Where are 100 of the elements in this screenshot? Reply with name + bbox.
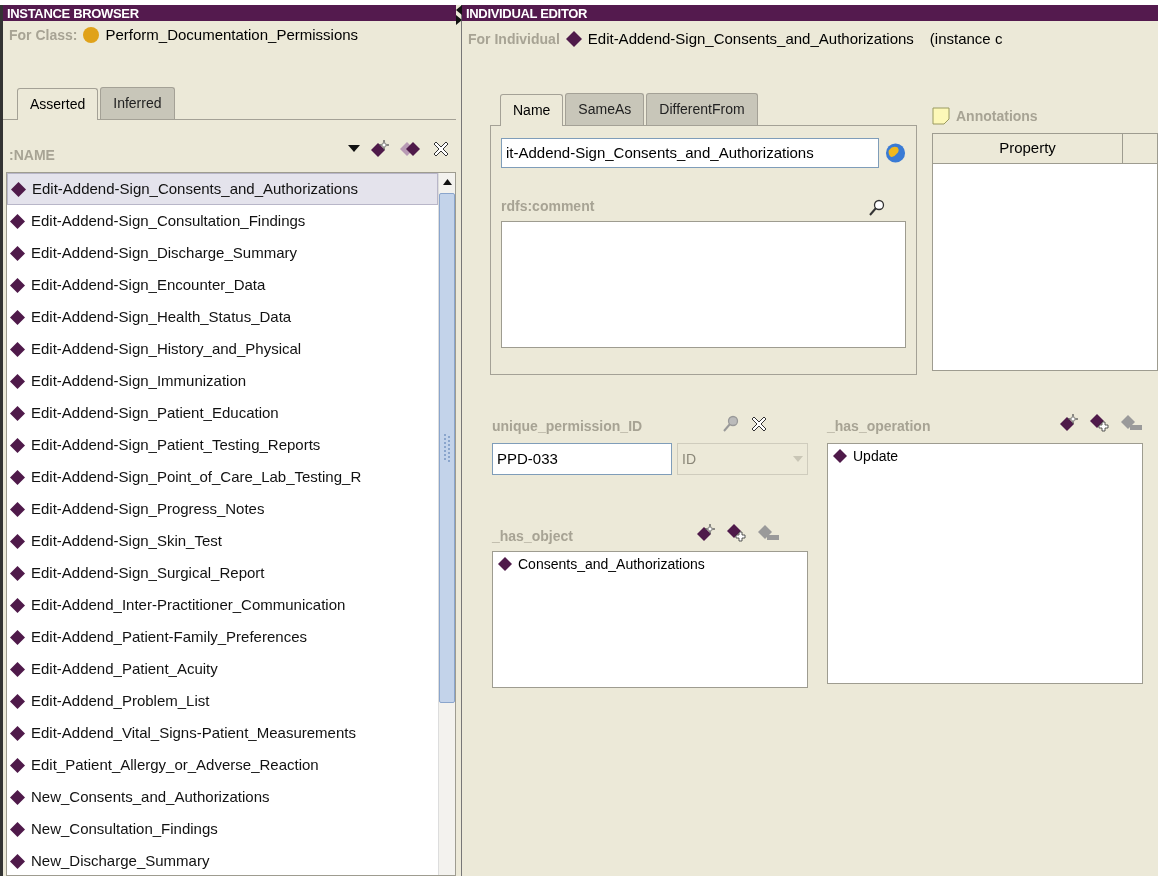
instance-name: Edit-Addend_Patient_Acuity [31, 658, 218, 679]
diamond-icon [10, 309, 25, 325]
diamond-icon [10, 533, 25, 549]
instance-row[interactable]: Edit-Addend-Sign_Encounter_Data [7, 269, 438, 301]
diamond-icon [10, 341, 25, 357]
instance-name: Edit-Addend-Sign_Consultation_Findings [31, 210, 306, 231]
class-circle-icon [83, 27, 100, 43]
comment-field[interactable] [501, 221, 906, 348]
instance-row[interactable]: Edit-Addend-Sign_Health_Status_Data [7, 301, 438, 333]
id-value-field[interactable]: PPD-033 [492, 443, 672, 475]
instance-name: Edit-Addend-Sign_Patient_Testing_Reports [31, 434, 321, 455]
instance-row[interactable]: Edit-Addend-Sign_Point_of_Care_Lab_Testing_R [7, 461, 438, 493]
instance-name: Edit_Patient_Allergy_or_Adverse_Reaction [31, 754, 319, 775]
column-header: :NAME [9, 146, 55, 165]
instance-row[interactable]: Edit-Addend-Sign_Progress_Notes [7, 493, 438, 525]
tab[interactable]: Asserted [17, 88, 99, 120]
field-label: _has_object [492, 527, 573, 546]
instance-row[interactable]: New_Consents_and_Authorizations [7, 781, 438, 813]
double-diamond-icon[interactable] [400, 141, 422, 157]
diamond-icon [10, 789, 25, 805]
instance-name: Edit-Addend-Sign_Encounter_Data [31, 274, 266, 295]
instance-row[interactable]: Edit_Patient_Allergy_or_Adverse_Reaction [7, 749, 438, 781]
diamond-icon [10, 565, 25, 581]
instance-row[interactable]: Edit-Addend-Sign_Patient_Education [7, 397, 438, 429]
diamond-icon [10, 277, 25, 293]
instance-name: New_Consultation_Findings [31, 818, 218, 839]
diamond-icon [833, 449, 847, 463]
delete-icon[interactable] [750, 415, 768, 433]
instance-row[interactable]: Edit-Addend-Sign_Consultation_Findings [7, 205, 438, 237]
instance-row[interactable]: Edit-Addend-Sign_Surgical_Report [7, 557, 438, 589]
instance-row[interactable]: Edit-Addend_Patient_Acuity [7, 653, 438, 685]
diamond-icon [10, 245, 25, 261]
diamond-icon [10, 597, 25, 613]
instance-row[interactable]: Edit-Addend-Sign_Patient_Testing_Reports [7, 429, 438, 461]
instance-row[interactable]: Edit-Addend_Problem_List [7, 685, 438, 717]
list-item[interactable]: Update [853, 445, 899, 467]
grip-icon [443, 433, 451, 463]
name-field[interactable]: it-Addend-Sign_Consents_and_Authorizations [501, 138, 879, 168]
instance-row[interactable]: Edit-Addend-Sign_Immunization [7, 365, 438, 397]
diamond-icon [10, 821, 25, 837]
class-name: Perform_Documentation_Permissions [105, 24, 359, 45]
instance-name: Edit-Addend-Sign_Consents_and_Authorizations [32, 178, 359, 199]
note-icon [932, 107, 950, 125]
search-icon[interactable] [868, 199, 886, 217]
diamond-icon [10, 629, 25, 645]
instance-row[interactable]: Edit-Addend_Vital_Signs-Patient_Measurements [7, 717, 438, 749]
instance-row[interactable]: Edit-Addend_Patient-Family_Preferences [7, 621, 438, 653]
instance-row[interactable]: Edit-Addend-Sign_History_and_Physical [7, 333, 438, 365]
tab[interactable]: Name [500, 94, 564, 126]
instance-name: Edit-Addend-Sign_Patient_Education [31, 402, 279, 423]
globe-icon[interactable] [884, 142, 906, 164]
diamond-icon [10, 213, 25, 229]
panel-title: INDIVIDUAL EDITOR [466, 6, 588, 20]
instance-row[interactable]: New_Discharge_Summary [7, 845, 438, 875]
diamond-icon [10, 469, 25, 485]
diamond-plus-icon[interactable] [726, 523, 748, 543]
diamond-icon [10, 693, 25, 709]
field-label: _has_operation [827, 417, 931, 436]
individual-name: Edit-Addend-Sign_Consents_and_Authorizations [587, 28, 914, 49]
diamond-icon [10, 725, 25, 741]
diamond-icon [10, 661, 25, 677]
diamond-icon [498, 557, 512, 571]
instance-name: Edit-Addend_Inter-Practitioner_Communication [31, 594, 346, 615]
sparkle-diamond-icon[interactable] [1059, 414, 1079, 432]
tab[interactable]: Inferred [100, 87, 175, 119]
instance-name: Edit-Addend-Sign_Discharge_Summary [31, 242, 297, 263]
diamond-icon [10, 405, 25, 421]
annotations-label: Annotations [956, 106, 1038, 126]
instance-row[interactable]: Edit-Addend_Inter-Practitioner_Communication [7, 589, 438, 621]
comment-label: rdfs:comment [501, 197, 595, 216]
panel-title: INSTANCE BROWSER [7, 6, 139, 20]
scrollbar[interactable] [438, 173, 455, 875]
instance-row[interactable]: Edit-Addend-Sign_Discharge_Summary [7, 237, 438, 269]
instance-name: Edit-Addend-Sign_Surgical_Report [31, 562, 265, 583]
tab[interactable]: DifferentFrom [646, 93, 758, 125]
diamond-icon [10, 437, 25, 453]
instance-name: Edit-Addend-Sign_Progress_Notes [31, 498, 265, 519]
instance-row[interactable]: Edit-Addend-Sign_Consents_and_Authorizations [7, 173, 438, 205]
instance-row[interactable]: New_Consultation_Findings [7, 813, 438, 845]
diamond-icon [10, 853, 25, 869]
instance-name: Edit-Addend-Sign_Skin_Test [31, 530, 222, 551]
instance-name: New_Consents_and_Authorizations [31, 786, 270, 807]
instance-name: New_Discharge_Summary [31, 850, 210, 871]
dropdown-triangle-icon[interactable] [348, 145, 360, 153]
instance-row[interactable]: Edit-Addend-Sign_Skin_Test [7, 525, 438, 557]
diamond-icon [10, 373, 25, 389]
list-item[interactable]: Consents_and_Authorizations [518, 553, 705, 575]
scroll-thumb[interactable] [439, 193, 455, 703]
diamond-plus-icon[interactable] [1089, 413, 1111, 433]
caret-icon [793, 456, 803, 462]
sparkle-diamond-icon[interactable] [370, 140, 390, 158]
tab[interactable]: SameAs [565, 93, 645, 125]
instance-of-text: (instance c [929, 28, 1003, 49]
instance-name: Edit-Addend_Vital_Signs-Patient_Measurements [31, 722, 356, 743]
field-label: unique_permission_ID [492, 417, 643, 436]
instance-name: Edit-Addend_Problem_List [31, 690, 210, 711]
diamond-icon [11, 181, 26, 197]
instance-name: Edit-Addend-Sign_Point_of_Care_Lab_Testing_R [31, 466, 362, 487]
delete-icon[interactable] [432, 140, 450, 158]
sparkle-diamond-icon[interactable] [696, 524, 716, 542]
